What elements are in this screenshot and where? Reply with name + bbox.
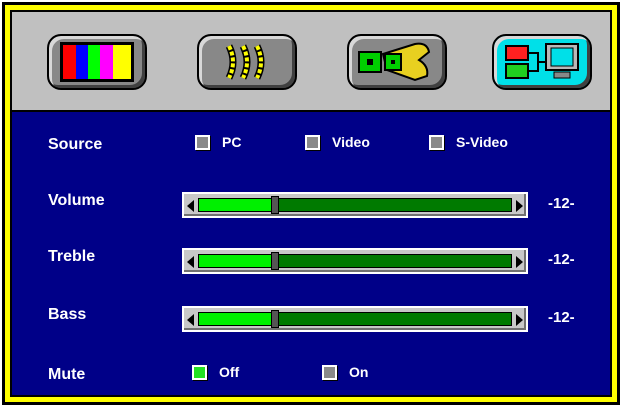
bass-track bbox=[198, 310, 512, 328]
source-svideo-checkbox[interactable] bbox=[429, 134, 444, 150]
treble-fill bbox=[199, 255, 274, 267]
mute-on-label: On bbox=[349, 364, 369, 380]
bass-fill bbox=[199, 313, 274, 325]
volume-fill bbox=[199, 199, 274, 211]
volume-value: -12- bbox=[548, 195, 575, 212]
source-video-label: Video bbox=[332, 134, 370, 150]
volume-increase-arrow[interactable] bbox=[516, 200, 523, 212]
source-label: Source bbox=[48, 136, 103, 153]
bass-slider[interactable] bbox=[182, 306, 528, 332]
source-pc-checkbox[interactable] bbox=[195, 134, 210, 150]
waves-icon bbox=[225, 44, 265, 80]
volume-decrease-arrow[interactable] bbox=[187, 200, 194, 212]
color-bars-icon bbox=[60, 42, 134, 82]
treble-increase-arrow[interactable] bbox=[516, 256, 523, 268]
bass-thumb[interactable] bbox=[270, 310, 279, 328]
bass-label: Bass bbox=[48, 306, 87, 323]
volume-slider[interactable] bbox=[182, 192, 528, 218]
source-video-checkbox[interactable] bbox=[305, 134, 320, 150]
mute-off-checkbox[interactable] bbox=[192, 364, 207, 380]
mute-label: Mute bbox=[48, 366, 86, 383]
treble-value: -12- bbox=[548, 251, 575, 268]
treble-slider[interactable] bbox=[182, 248, 528, 274]
source-pc-label: PC bbox=[222, 134, 242, 150]
mute-off-label: Off bbox=[219, 364, 240, 380]
treble-label: Treble bbox=[48, 248, 96, 265]
source-option-pc[interactable]: PC bbox=[195, 134, 241, 150]
treble-thumb[interactable] bbox=[270, 252, 279, 270]
tab-strip bbox=[12, 12, 610, 112]
wrench-icon bbox=[358, 42, 431, 82]
volume-track bbox=[198, 196, 512, 214]
tab-picture[interactable] bbox=[47, 34, 147, 90]
osd-window: Source PC Video S-Video Volume -12- Treb… bbox=[2, 2, 620, 405]
source-option-video[interactable]: Video bbox=[305, 134, 370, 150]
osd-panel: Source PC Video S-Video Volume -12- Treb… bbox=[10, 10, 612, 397]
source-option-svideo[interactable]: S-Video bbox=[429, 134, 508, 150]
bass-decrease-arrow[interactable] bbox=[187, 314, 194, 326]
mute-on-checkbox[interactable] bbox=[322, 364, 337, 380]
tab-adjust[interactable] bbox=[197, 34, 297, 90]
mute-option-on[interactable]: On bbox=[322, 364, 368, 380]
treble-track bbox=[198, 252, 512, 270]
computer-io-icon bbox=[505, 43, 579, 79]
volume-label: Volume bbox=[48, 192, 105, 209]
volume-thumb[interactable] bbox=[270, 196, 279, 214]
bass-increase-arrow[interactable] bbox=[516, 314, 523, 326]
treble-decrease-arrow[interactable] bbox=[187, 256, 194, 268]
tab-tools[interactable] bbox=[347, 34, 447, 90]
tab-source-audio[interactable] bbox=[492, 34, 592, 90]
source-svideo-label: S-Video bbox=[456, 134, 508, 150]
mute-option-off[interactable]: Off bbox=[192, 364, 239, 380]
bass-value: -12- bbox=[548, 309, 575, 326]
